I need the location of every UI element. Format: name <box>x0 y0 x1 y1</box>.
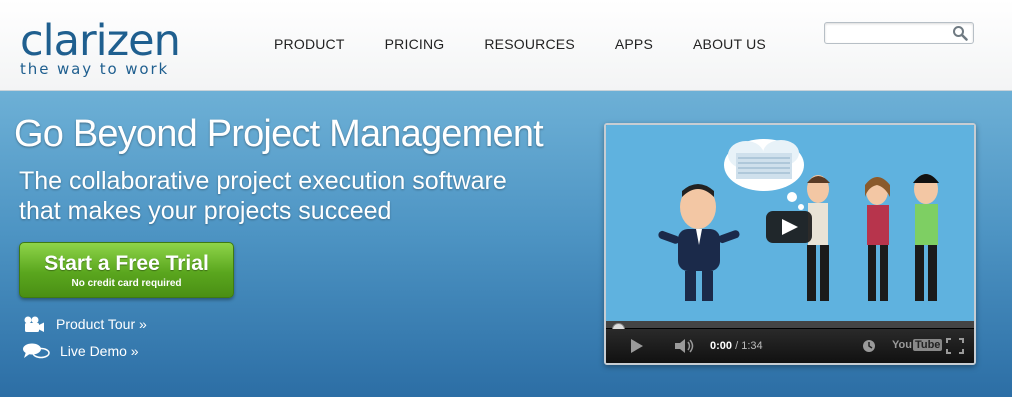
product-tour-label: Product Tour » <box>56 316 147 332</box>
site-header: clarizen the way to work PRODUCT PRICING… <box>0 0 1012 91</box>
youtube-logo-text: You <box>892 339 912 351</box>
video-time-display: 0:00 / 1:34 <box>710 340 763 352</box>
clock-icon[interactable] <box>862 339 876 353</box>
logo-tagline: the way to work <box>20 60 170 78</box>
chat-bubbles-icon <box>23 343 50 359</box>
nav-apps[interactable]: APPS <box>615 36 653 52</box>
play-icon[interactable] <box>630 338 644 354</box>
video-frame <box>606 125 974 321</box>
logo-wordmark: clarizen <box>20 16 181 66</box>
nav-product[interactable]: PRODUCT <box>274 36 345 52</box>
trial-button-label: Start a Free Trial <box>44 252 209 275</box>
search-input[interactable] <box>829 23 953 43</box>
nav-resources[interactable]: RESOURCES <box>484 36 574 52</box>
nav-about-us[interactable]: ABOUT US <box>693 36 766 52</box>
youtube-logo-box: Tube <box>912 339 943 351</box>
video-duration: / 1:34 <box>735 340 763 352</box>
trial-button-sublabel: No credit card required <box>71 278 182 289</box>
hero-subtitle-line-2: that makes your projects succeed <box>19 197 392 225</box>
live-demo-label: Live Demo » <box>60 343 139 359</box>
hero-subtitle: The collaborative project execution soft… <box>19 166 507 226</box>
video-play-overlay-button[interactable] <box>766 211 812 243</box>
live-demo-link[interactable]: Live Demo » <box>22 342 139 360</box>
search-box <box>824 22 974 44</box>
hero-title: Go Beyond Project Management <box>14 113 544 155</box>
product-tour-link[interactable]: Product Tour » <box>22 315 147 333</box>
hero-banner: Go Beyond Project Management The collabo… <box>0 91 1012 397</box>
clarizen-logo[interactable]: clarizen the way to work <box>20 16 181 79</box>
video-camera-icon <box>24 316 44 332</box>
video-controls-bar: 0:00 / 1:34 You Tube <box>606 329 974 363</box>
youtube-logo[interactable]: You Tube <box>892 339 943 351</box>
main-nav: PRODUCT PRICING RESOURCES APPS ABOUT US <box>274 36 806 52</box>
start-free-trial-button[interactable]: Start a Free Trial No credit card requir… <box>19 242 234 298</box>
video-progress-bar[interactable] <box>606 321 974 328</box>
hero-subtitle-line-1: The collaborative project execution soft… <box>19 167 507 195</box>
nav-pricing[interactable]: PRICING <box>385 36 445 52</box>
search-icon[interactable] <box>952 25 968 41</box>
team-members-illustration <box>807 174 939 301</box>
fullscreen-icon[interactable] <box>946 338 964 354</box>
video-current-time: 0:00 <box>710 340 733 352</box>
video-player[interactable]: 0:00 / 1:34 You Tube <box>604 123 976 365</box>
volume-icon[interactable] <box>674 338 696 354</box>
